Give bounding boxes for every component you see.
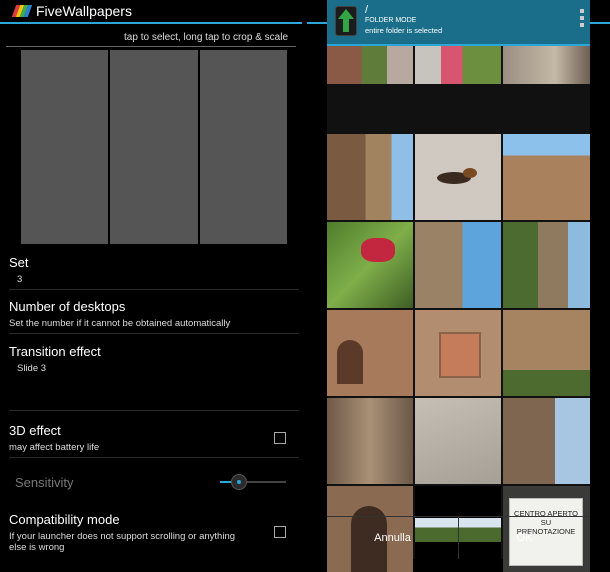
image-thumbnail[interactable] <box>327 134 413 220</box>
pref-title: 3D effect <box>9 423 61 438</box>
pref-sensitivity: Sensitivity <box>15 475 215 490</box>
pref-value: 3 <box>17 274 23 285</box>
desktop-slot[interactable] <box>110 50 198 244</box>
app-icon <box>11 5 33 17</box>
fresco-shape <box>439 332 481 378</box>
image-grid: CENTRO APERTO SU PRENOTAZIONE <box>327 46 590 572</box>
pref-summary: may affect battery life <box>9 442 100 453</box>
folder-up-icon[interactable] <box>335 6 357 36</box>
pref-title: Transition effect <box>9 344 101 359</box>
3d-effect-checkbox[interactable] <box>274 432 286 444</box>
image-thumbnail[interactable] <box>327 46 413 84</box>
folder-path: / <box>365 4 369 16</box>
image-thumbnail[interactable] <box>327 398 413 484</box>
sensitivity-slider[interactable] <box>220 474 286 490</box>
red-object <box>361 238 395 262</box>
hint-text: tap to select, long tap to crop & scale <box>6 24 296 47</box>
image-thumbnail[interactable] <box>415 46 501 84</box>
image-thumbnail[interactable] <box>327 222 413 308</box>
pref-value: Slide 3 <box>17 363 47 374</box>
wallpaper-preview[interactable] <box>21 50 287 244</box>
image-thumbnail[interactable] <box>503 398 590 484</box>
image-thumbnail[interactable] <box>503 134 590 220</box>
image-thumbnail[interactable] <box>415 134 501 220</box>
compatibility-mode-checkbox[interactable] <box>274 526 286 538</box>
pref-compatibility-mode[interactable]: Compatibility mode If your launcher does… <box>9 512 299 559</box>
pref-summary: If your launcher does not support scroll… <box>9 531 236 553</box>
pref-title: Set <box>9 255 29 270</box>
pref-3d-effect[interactable]: 3D effect may affect battery life <box>9 423 299 458</box>
folder-picker-dialog: / FOLDER MODE entire folder is selected <box>327 0 590 572</box>
folder-mode-label: FOLDER MODE <box>365 17 417 24</box>
ok-button[interactable]: OK <box>458 517 590 559</box>
desktop-slot[interactable] <box>199 50 287 244</box>
folder-selection-note: entire folder is selected <box>365 26 443 35</box>
pref-number-of-desktops[interactable]: Number of desktops Set the number if it … <box>9 299 299 334</box>
settings-pane: FiveWallpapers tap to select, long tap t… <box>0 0 302 559</box>
pref-title: Sensitivity <box>15 475 74 490</box>
image-thumbnail[interactable] <box>503 222 590 308</box>
slider-knob[interactable] <box>230 474 247 490</box>
pref-set[interactable]: Set 3 <box>9 255 299 290</box>
overflow-menu-icon[interactable] <box>580 9 586 30</box>
dialog-header: / FOLDER MODE entire folder is selected <box>327 0 590 46</box>
pref-title: Number of desktops <box>9 299 126 314</box>
image-thumbnail[interactable] <box>503 46 590 84</box>
dog-shape <box>463 168 477 178</box>
desktop-slot[interactable] <box>21 50 109 244</box>
image-thumbnail[interactable] <box>415 222 501 308</box>
arch-shape <box>337 340 363 384</box>
action-bar: FiveWallpapers <box>0 0 302 24</box>
app-title: FiveWallpapers <box>36 3 132 19</box>
pref-summary: Set the number if it cannot be obtained … <box>9 318 231 329</box>
image-thumbnail[interactable] <box>415 398 501 484</box>
dialog-buttons: Annulla OK <box>327 516 590 559</box>
image-thumbnail[interactable] <box>503 310 590 396</box>
image-thumbnail[interactable] <box>327 310 413 396</box>
pref-transition-effect[interactable]: Transition effect Slide 3 <box>9 344 299 411</box>
image-thumbnail[interactable] <box>415 310 501 396</box>
cancel-button[interactable]: Annulla <box>327 517 458 559</box>
pref-title: Compatibility mode <box>9 512 120 527</box>
